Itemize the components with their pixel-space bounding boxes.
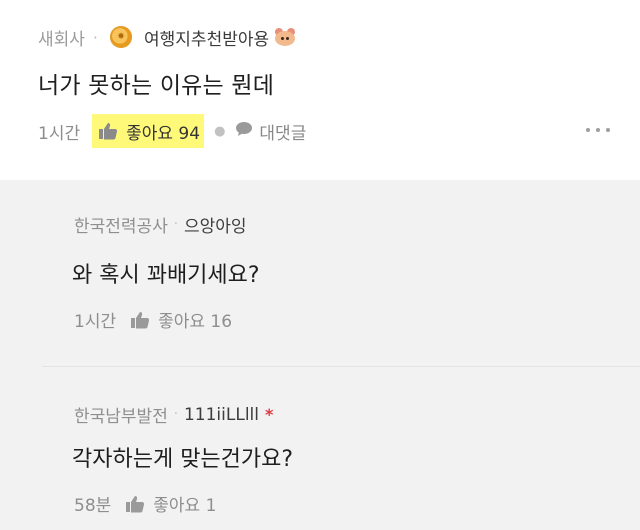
company-name[interactable]: 새회사 bbox=[38, 25, 85, 50]
action-separator: ● bbox=[214, 123, 226, 139]
meta-separator: · bbox=[92, 27, 99, 47]
thumbs-up-icon bbox=[130, 311, 150, 329]
hamster-emoji-icon bbox=[273, 27, 297, 47]
reply-text: 와 혹시 꽈배기세요? bbox=[72, 263, 260, 288]
nickname[interactable]: 111iiLLlll bbox=[184, 405, 259, 425]
medal-icon: ✸ bbox=[110, 26, 133, 48]
speech-bubble-icon bbox=[235, 121, 253, 142]
nickname[interactable]: 으앙아잉 bbox=[184, 212, 247, 237]
company-name[interactable]: 한국남부발전 bbox=[74, 402, 168, 427]
top-comment: 새회사 · ✸ 여행지추천받아용 너가 못하는 이유는 뭔데 1시간 좋아요 9… bbox=[0, 0, 640, 180]
comment-actions: 1시간 좋아요 94 ● 대댓글 bbox=[38, 112, 306, 150]
comment-thread: 새회사 · ✸ 여행지추천받아용 너가 못하는 이유는 뭔데 1시간 좋아요 9… bbox=[0, 0, 640, 530]
like-count-label: 좋아요 1 bbox=[153, 496, 217, 516]
thumbs-up-icon bbox=[98, 122, 118, 140]
like-button[interactable]: 좋아요 16 bbox=[130, 307, 232, 332]
like-count-label: 좋아요 94 bbox=[126, 123, 201, 144]
meta-separator: · bbox=[173, 217, 178, 232]
comment-time: 1시간 bbox=[38, 123, 81, 144]
company-name[interactable]: 한국전력공사 bbox=[74, 212, 168, 237]
reply-actions: 58분 좋아요 1 bbox=[74, 491, 216, 516]
meta-separator: · bbox=[173, 407, 178, 422]
comment-meta: 새회사 · ✸ 여행지추천받아용 bbox=[38, 20, 297, 54]
reply-time: 58분 bbox=[74, 496, 112, 516]
reply-button[interactable]: 대댓글 bbox=[235, 119, 306, 144]
author-badge-star: * bbox=[265, 405, 274, 424]
reply-actions: 1시간 좋아요 16 bbox=[74, 307, 232, 332]
more-dots-icon[interactable] bbox=[586, 128, 610, 132]
comment-text: 너가 못하는 이유는 뭔데 bbox=[38, 73, 275, 99]
reply-text: 각자하는게 맞는건가요? bbox=[72, 447, 294, 472]
reply-comment: 한국전력공사 · 으앙아잉 와 혹시 꽈배기세요? 1시간 좋아요 16 bbox=[0, 180, 640, 366]
like-count-label: 좋아요 16 bbox=[158, 312, 233, 332]
nickname[interactable]: 여행지추천받아용 bbox=[144, 25, 269, 50]
thumbs-up-icon bbox=[125, 495, 145, 513]
reply-time: 1시간 bbox=[74, 312, 117, 332]
like-button[interactable]: 좋아요 1 bbox=[125, 491, 216, 516]
reply-label: 대댓글 bbox=[259, 123, 307, 144]
reply-comment: 한국남부발전 · 111iiLLlll * 각자하는게 맞는건가요? 58분 좋… bbox=[0, 367, 640, 530]
like-button[interactable]: 좋아요 94 bbox=[92, 114, 205, 148]
reply-meta: 한국전력공사 · 으앙아잉 bbox=[74, 212, 247, 237]
reply-meta: 한국남부발전 · 111iiLLlll * bbox=[74, 402, 274, 428]
